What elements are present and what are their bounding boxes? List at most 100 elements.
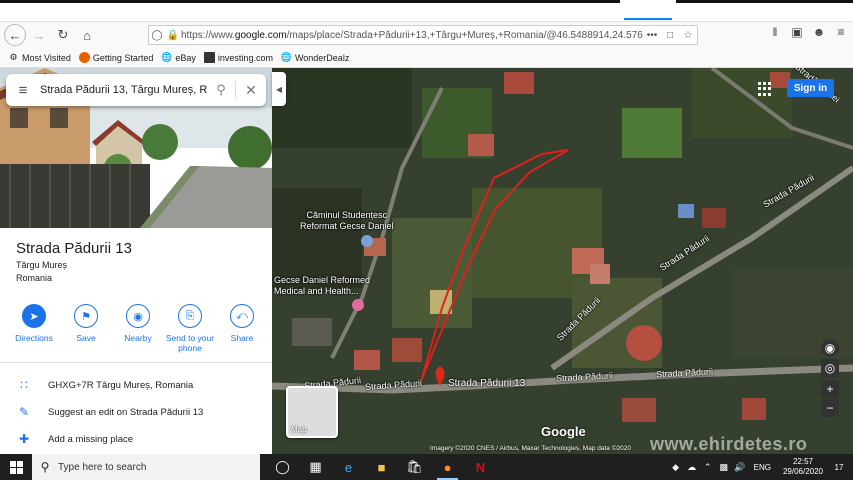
poi-label-medical[interactable]: Gecse Daniel Reformed Medical and Health…: [274, 275, 370, 297]
tab-bar-dark-right: [676, 0, 853, 3]
globe-icon: 🌐: [280, 52, 293, 62]
forward-button[interactable]: →: [28, 24, 50, 46]
taskbar-apps: ◯ ▦ e ■ 🛍 ● N: [266, 454, 497, 480]
dropbox-icon[interactable]: ◆: [668, 462, 684, 473]
url-domain: google.com: [234, 29, 287, 41]
bookmark-wonderdealz[interactable]: 🌐 WonderDealz: [281, 52, 349, 63]
chevron-left-icon: ◀: [275, 84, 283, 94]
url-path: /maps/place/Strada+Pădurii+13,+Târgu+Mur…: [286, 29, 643, 41]
bookmark-label: WonderDealz: [294, 52, 350, 63]
google-logo: Google: [541, 424, 586, 439]
place-title: Strada Pădurii 13: [16, 240, 132, 257]
share-icon: ⤺: [230, 304, 254, 328]
directions-icon: ➤: [22, 304, 46, 328]
chevron-up-icon[interactable]: ⌃: [700, 462, 716, 473]
back-button[interactable]: ←: [4, 24, 26, 46]
map-layer-toggle[interactable]: Map: [286, 386, 338, 438]
collapse-panel-button[interactable]: ◀: [272, 72, 286, 106]
add-place-text: Add a missing place: [48, 433, 134, 445]
hamburger-menu-icon[interactable]: ≡: [6, 82, 40, 99]
satellite-map[interactable]: Căminul Studențesc Reformat Gecse Daniel…: [272, 68, 853, 454]
plus-code-row[interactable]: ∷ GHXG+7R Târgu Mureș, Romania: [0, 374, 272, 396]
selected-address-label[interactable]: Strada Pădurii 13: [448, 378, 525, 389]
lock-icon[interactable]: 🔒: [165, 30, 181, 41]
start-button[interactable]: [0, 454, 32, 480]
watermark: www.ehirdetes.ro: [650, 434, 808, 454]
active-tab-indicator[interactable]: [624, 0, 672, 20]
windows-taskbar: ⚲ Type here to search ◯ ▦ e ■ 🛍 ● N ◆ ☁ …: [0, 454, 853, 480]
bookmark-most-visited[interactable]: ⚙ Most Visited: [8, 52, 71, 63]
edge-icon[interactable]: e: [332, 454, 365, 480]
bookmark-label: Most Visited: [22, 52, 71, 63]
globe-icon: 🌐: [161, 52, 173, 62]
notification-center[interactable]: 17: [829, 457, 849, 477]
taskbar-search-placeholder: Type here to search: [58, 461, 147, 473]
store-icon[interactable]: 🛍: [398, 454, 431, 480]
share-button[interactable]: ⤺ Share: [216, 304, 268, 353]
pencil-icon: ✎: [18, 405, 30, 419]
nearby-button[interactable]: ◉ Nearby: [112, 304, 164, 353]
search-icon[interactable]: ⚲: [207, 82, 235, 98]
poi-label-dormitory[interactable]: Căminul Studențesc Reformat Gecse Daniel: [300, 210, 394, 232]
network-icon[interactable]: ▩: [716, 462, 732, 473]
add-place-row[interactable]: ✚ Add a missing place: [0, 428, 272, 450]
netflix-icon[interactable]: N: [464, 454, 497, 480]
bookmark-star-icon[interactable]: ☆: [679, 30, 697, 41]
globe-view-icon[interactable]: ◉: [821, 339, 839, 357]
google-apps-icon[interactable]: [758, 82, 772, 96]
place-country: Romania: [16, 273, 53, 283]
bookmark-getting-started[interactable]: Getting Started: [78, 52, 154, 63]
firefox-icon[interactable]: ●: [431, 454, 464, 480]
bookmark-investing[interactable]: investing.com: [203, 52, 273, 63]
file-explorer-icon[interactable]: ■: [365, 454, 398, 480]
gear-icon: ⚙: [9, 52, 18, 62]
menu-icon[interactable]: ≡: [833, 25, 849, 39]
windows-logo-icon: [9, 460, 23, 474]
page-actions-menu-icon[interactable]: •••: [643, 30, 661, 41]
shield-icon[interactable]: ◯: [149, 30, 165, 41]
clock[interactable]: 22:57 29/06/2020: [783, 457, 823, 477]
zoom-in-button[interactable]: +: [821, 380, 839, 398]
sign-in-button[interactable]: Sign in: [787, 79, 834, 97]
taskbar-search[interactable]: ⚲ Type here to search: [32, 454, 260, 480]
pocket-icon[interactable]: □: [661, 30, 679, 41]
bookmark-label: investing.com: [217, 52, 273, 63]
search-box[interactable]: ≡ Strada Pădurii 13, Târgu Mureș, Ro ⚲ ✕: [6, 74, 266, 106]
tab-bar-dark: [0, 0, 620, 3]
library-icon[interactable]: ‖: [767, 25, 783, 39]
compass-icon[interactable]: ◎: [821, 359, 839, 377]
address-bar[interactable]: ◯ 🔒 https://www.google.com/maps/place/St…: [148, 25, 698, 45]
home-button[interactable]: ⌂: [76, 24, 98, 46]
search-input[interactable]: Strada Pădurii 13, Târgu Mureș, Ro: [40, 84, 207, 96]
close-icon[interactable]: ✕: [236, 82, 266, 99]
action-label: Nearby: [124, 333, 152, 343]
bookmark-icon: ⚑: [74, 304, 98, 328]
bookmark-ebay[interactable]: 🌐 eBay: [161, 52, 196, 63]
send-to-phone-button[interactable]: ⎘ Send to your phone: [164, 304, 216, 353]
action-label: Save: [76, 333, 96, 343]
reload-button[interactable]: ↻: [52, 24, 74, 46]
navigation-toolbar: ← → ↻ ⌂ ◯ 🔒 https://www.google.com/maps/…: [0, 22, 853, 48]
volume-icon[interactable]: 🔊: [732, 462, 748, 473]
account-icon[interactable]: ☻: [811, 25, 827, 39]
save-button[interactable]: ⚑ Save: [60, 304, 112, 353]
place-panel: Strada Pădurii 13 Târgu Mureș Romania ➤ …: [0, 68, 272, 454]
plus-code-text: GHXG+7R Târgu Mureș, Romania: [48, 379, 194, 391]
search-icon: ⚲: [40, 460, 50, 474]
place-city: Târgu Mureș: [16, 260, 68, 270]
url-text[interactable]: https://www.google.com/maps/place/Strada…: [181, 30, 643, 41]
map-layer-label: Map: [291, 425, 307, 434]
map-attribution: Imagery ©2020 CNES / Airbus, Maxar Techn…: [430, 445, 631, 452]
cloud-icon[interactable]: ☁: [684, 462, 700, 473]
zoom-out-button[interactable]: −: [821, 399, 839, 417]
language-indicator[interactable]: ENG: [754, 463, 771, 472]
bookmark-label: Getting Started: [92, 52, 154, 63]
tab-strip: [0, 0, 853, 22]
cortana-icon[interactable]: ◯: [266, 454, 299, 480]
task-view-icon[interactable]: ▦: [299, 454, 332, 480]
clock-date: 29/06/2020: [782, 467, 823, 476]
sidebar-icon[interactable]: ▣: [789, 25, 805, 39]
directions-button[interactable]: ➤ Directions: [8, 304, 60, 353]
suggest-edit-row[interactable]: ✎ Suggest an edit on Strada Pădurii 13: [0, 401, 272, 423]
bookmarks-toolbar: ⚙ Most Visited Getting Started 🌐 eBay inve…: [0, 48, 853, 68]
